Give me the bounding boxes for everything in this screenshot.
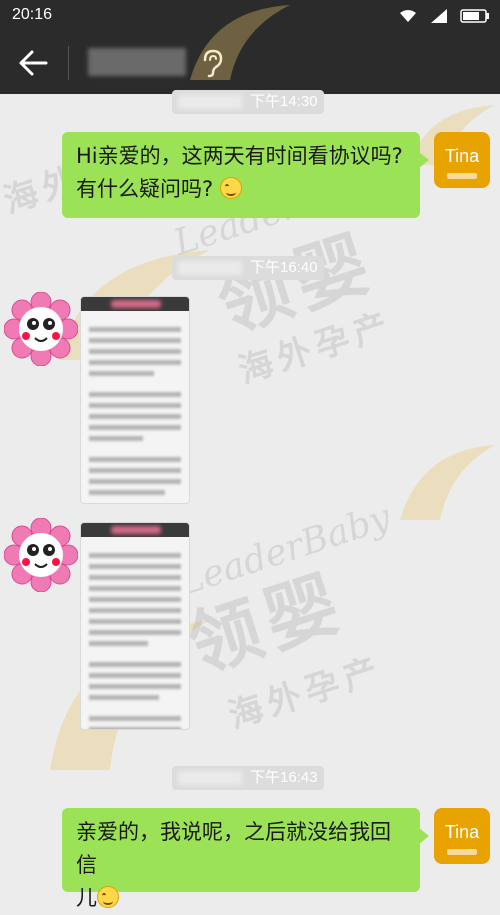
wing-watermark-icon xyxy=(400,445,495,520)
outgoing-message-bubble[interactable]: Hi亲爱的，这两天有时间看协议吗? 有什么疑问吗? xyxy=(62,132,429,218)
image-message[interactable] xyxy=(80,522,190,730)
chat-header xyxy=(0,32,500,94)
watermark-subtitle: 海外孕产 xyxy=(233,304,399,392)
status-bar: 20:16 xyxy=(0,0,500,32)
my-avatar[interactable]: Tina xyxy=(434,132,490,188)
message-timestamp: 下午16:40 xyxy=(172,256,324,280)
smile-emoji-icon xyxy=(219,177,242,199)
message-timestamp: 下午14:30 xyxy=(172,90,324,114)
back-button[interactable] xyxy=(16,46,52,80)
watermark-subtitle: 海外孕产 xyxy=(223,649,389,737)
watermark-chinese: 领婴 xyxy=(177,558,357,689)
image-message[interactable] xyxy=(80,296,190,504)
smile-emoji-icon xyxy=(97,886,119,908)
watermark-latin: LeaderBaby xyxy=(174,497,396,604)
header-divider xyxy=(68,46,69,80)
status-time: 20:16 xyxy=(12,6,53,23)
signal-icon xyxy=(430,8,448,28)
wifi-icon xyxy=(398,8,418,28)
contact-name xyxy=(88,48,186,76)
battery-icon xyxy=(460,8,490,28)
flower-avatar-icon[interactable] xyxy=(4,518,78,592)
my-avatar[interactable]: Tina xyxy=(434,808,490,864)
avatar-logo-icon xyxy=(447,848,477,855)
message-text-line: 儿 xyxy=(76,886,97,910)
message-text-line: Hi亲爱的，这两天有时间看协议吗? xyxy=(76,144,403,168)
ear-icon[interactable] xyxy=(200,48,224,82)
avatar-logo-icon xyxy=(447,172,477,179)
outgoing-message-bubble[interactable]: 亲爱的，我说呢，之后就没给我回信 儿 xyxy=(62,808,429,910)
message-timestamp: 下午16:43 xyxy=(172,766,324,790)
message-text-line: 亲爱的，我说呢，之后就没给我回信 xyxy=(76,820,391,877)
arrow-left-icon xyxy=(19,50,48,76)
message-text-line: 有什么疑问吗? xyxy=(76,177,214,201)
flower-avatar-icon[interactable] xyxy=(4,292,78,366)
